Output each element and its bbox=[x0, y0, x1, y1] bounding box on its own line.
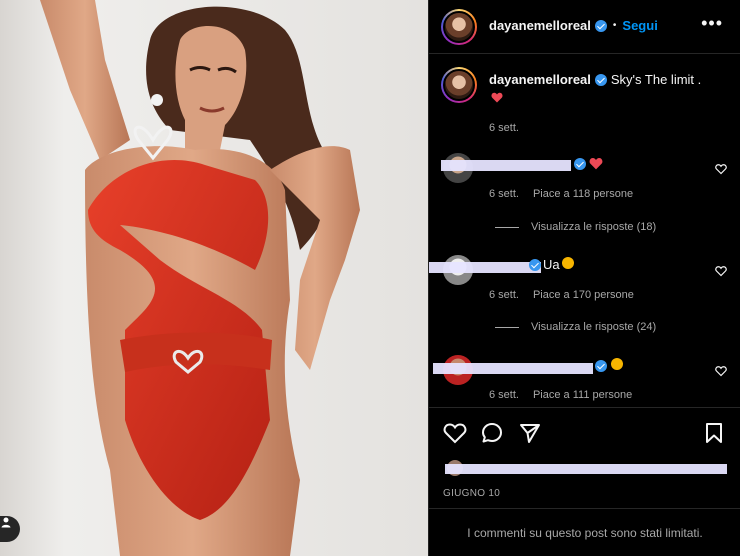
caption-username[interactable]: dayanemelloreal bbox=[489, 72, 591, 87]
caption-time: 6 sett. bbox=[489, 122, 519, 134]
surprised-emoji-icon bbox=[562, 257, 574, 269]
verified-icon bbox=[574, 158, 586, 170]
comment-meta: 6 sett. Piace a 118 persone bbox=[489, 188, 633, 200]
heart-emoji-icon bbox=[491, 92, 503, 103]
like-comment-icon[interactable] bbox=[715, 163, 727, 175]
verified-icon bbox=[594, 73, 607, 86]
comment-time: 6 sett. bbox=[489, 289, 519, 301]
comment-likes[interactable]: Piace a 118 persone bbox=[533, 188, 633, 200]
caption: dayanemelloreal Sky's The limit . 6 sett… bbox=[429, 67, 740, 137]
verified-icon bbox=[594, 19, 607, 32]
comment-time: 6 sett. bbox=[489, 389, 519, 401]
comments-list[interactable]: dayanemelloreal Sky's The limit . 6 sett… bbox=[429, 55, 740, 407]
post-image bbox=[0, 0, 428, 556]
comment-meta: 6 sett. Piace a 111 persone bbox=[489, 389, 632, 401]
separator: • bbox=[612, 20, 617, 31]
comment-time: 6 sett. bbox=[489, 188, 519, 200]
post-side-panel: dayanemelloreal • Segui ••• dayanemellor… bbox=[428, 0, 740, 556]
verified-icon bbox=[595, 360, 607, 372]
post-date[interactable]: GIUGNO 10 bbox=[443, 488, 500, 499]
like-comment-icon[interactable] bbox=[715, 265, 727, 277]
author-avatar[interactable] bbox=[441, 9, 477, 45]
author-username[interactable]: dayanemelloreal bbox=[489, 18, 591, 33]
comment-meta: 6 sett. Piace a 170 persone bbox=[489, 289, 634, 301]
view-replies-button[interactable]: Visualizza le risposte (18) bbox=[495, 221, 656, 233]
redacted-username bbox=[433, 363, 593, 374]
comment-item: Ua 6 sett. Piace a 170 persone Visualizza… bbox=[429, 253, 740, 343]
comment-item: 6 sett. Piace a 111 persone bbox=[429, 353, 740, 407]
view-replies-label: Visualizza le risposte (24) bbox=[531, 321, 657, 333]
post-header: dayanemelloreal • Segui ••• bbox=[429, 0, 740, 54]
comment-item: 6 sett. Piace a 118 persone Visualizza le… bbox=[429, 153, 740, 243]
view-replies-button[interactable]: Visualizza le risposte (24) bbox=[495, 321, 656, 333]
heart-eyes-emoji-icon bbox=[611, 358, 623, 370]
share-icon[interactable] bbox=[519, 422, 541, 444]
action-bar bbox=[429, 407, 740, 457]
heart-icon[interactable] bbox=[443, 422, 467, 444]
comment-icon[interactable] bbox=[481, 422, 503, 444]
like-comment-icon[interactable] bbox=[715, 365, 727, 377]
liked-by-line[interactable] bbox=[429, 456, 740, 480]
more-icon[interactable]: ••• bbox=[701, 14, 723, 32]
bookmark-icon[interactable] bbox=[705, 422, 723, 444]
redacted-liked-by bbox=[445, 464, 727, 474]
redacted-username bbox=[441, 160, 571, 171]
heart-emoji-icon bbox=[589, 157, 603, 170]
redacted-username bbox=[429, 262, 541, 273]
comment-text: Ua bbox=[543, 257, 560, 272]
verified-icon bbox=[529, 259, 541, 271]
comment-likes[interactable]: Piace a 170 persone bbox=[533, 289, 634, 301]
user-tag-icon bbox=[1, 517, 11, 528]
comment-likes[interactable]: Piace a 111 persone bbox=[533, 389, 632, 401]
view-replies-label: Visualizza le risposte (18) bbox=[531, 221, 657, 233]
post-photo[interactable] bbox=[0, 0, 428, 556]
follow-button[interactable]: Segui bbox=[622, 18, 657, 33]
caption-text: Sky's The limit . bbox=[610, 72, 702, 87]
comments-limited-notice: I commenti su questo post sono stati lim… bbox=[429, 508, 740, 556]
caption-avatar[interactable] bbox=[441, 67, 477, 103]
